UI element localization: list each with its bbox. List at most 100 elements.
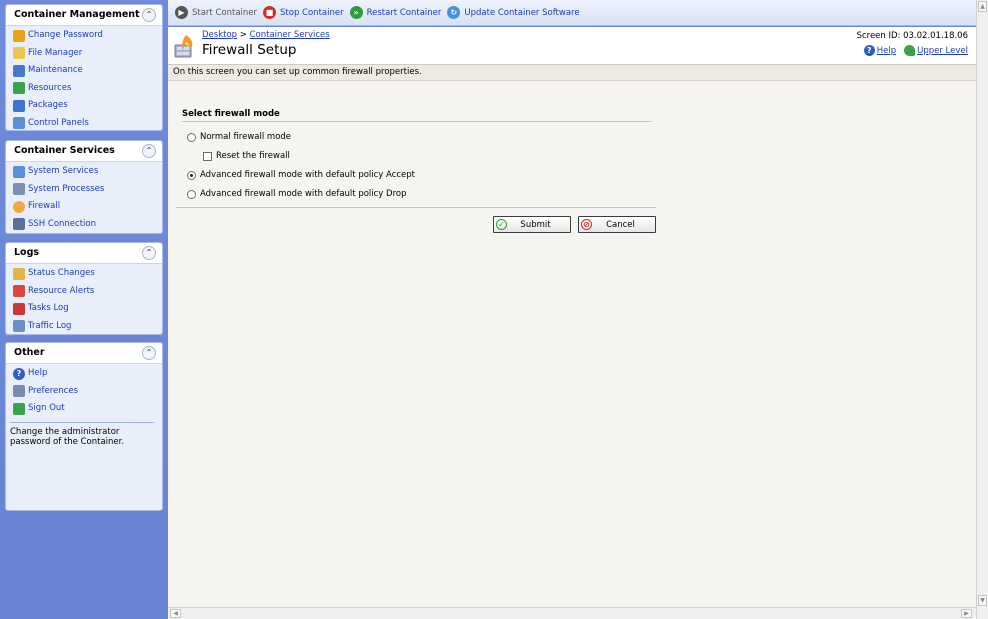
sidebar-item-status-changes[interactable]: Status Changes — [6, 265, 162, 283]
advanced-accept-option[interactable]: Advanced firewall mode with default poli… — [187, 170, 415, 180]
cancel-label: Cancel — [606, 219, 635, 230]
panel-header: Logs ⌃ — [6, 243, 162, 264]
sidebar-item-maintenance[interactable]: Maintenance — [6, 62, 162, 80]
upper-level-link[interactable]: Upper Level — [904, 45, 968, 56]
sign-out-icon — [13, 402, 25, 415]
normal-firewall-mode-radio[interactable] — [187, 132, 196, 142]
sidebar-item-resource-alerts[interactable]: Resource Alerts — [6, 283, 162, 301]
option-label: Advanced firewall mode with default poli… — [200, 170, 416, 180]
sidebar-item-label: Help — [28, 368, 48, 378]
panel-title: Logs — [14, 247, 40, 258]
restart-container-button[interactable]: » Restart Container — [349, 6, 442, 19]
cancel-button[interactable]: ⊘ Cancel — [578, 216, 656, 233]
update-software-label: Update Container Software — [464, 7, 580, 18]
help-icon: ? — [863, 45, 875, 56]
upper-level-link-label: Upper Level — [917, 45, 968, 56]
collapse-icon[interactable]: ⌃ — [142, 8, 156, 22]
vertical-scrollbar[interactable]: ▲ ▼ — [976, 0, 988, 619]
panel-logs: Logs ⌃ Status Changes Resource Alerts Ta… — [5, 242, 163, 335]
screen-id: Screen ID: 03.02.01.18.06 — [856, 31, 968, 41]
panel-header: Other ⌃ — [6, 343, 162, 364]
breadcrumb-desktop-link[interactable]: Desktop — [202, 30, 237, 40]
advanced-drop-option[interactable]: Advanced firewall mode with default poli… — [187, 189, 407, 199]
panel-title: Other — [14, 347, 45, 358]
advanced-drop-radio[interactable] — [187, 189, 196, 199]
control-panels-icon — [13, 117, 25, 130]
sidebar: Container Management ⌃ Change Password F… — [0, 0, 168, 619]
horizontal-scrollbar[interactable]: ◀ ▶ — [168, 607, 976, 619]
sidebar-item-file-manager[interactable]: File Manager — [6, 45, 162, 63]
sidebar-item-label: System Processes — [28, 183, 105, 194]
panel-title: Container Management — [14, 9, 140, 20]
help-link[interactable]: ? Help — [863, 45, 897, 56]
play-icon: ▶ — [175, 6, 188, 19]
scroll-up-icon[interactable]: ▲ — [978, 1, 987, 12]
check-icon: ✓ — [496, 219, 507, 230]
resource-alerts-icon — [13, 285, 25, 298]
page-header: Desktop > Container Services Firewall Se… — [168, 27, 976, 64]
sidebar-item-label: Resources — [28, 82, 72, 93]
sidebar-item-packages[interactable]: Packages — [6, 97, 162, 115]
toolbar: ▶ Start Container ■ Stop Container » Res… — [168, 0, 976, 26]
system-processes-icon — [13, 183, 25, 196]
update-software-button[interactable]: ↻ Update Container Software — [447, 6, 580, 19]
restart-container-label: Restart Container — [366, 7, 442, 18]
panel-header: Container Management ⌃ — [6, 5, 162, 26]
reset-firewall-checkbox[interactable] — [203, 151, 212, 161]
scroll-left-icon[interactable]: ◀ — [170, 609, 181, 618]
sidebar-item-label: Resource Alerts — [28, 285, 95, 296]
sidebar-item-label: Change Password — [28, 30, 103, 40]
form-divider — [176, 207, 656, 208]
stop-icon: ■ — [263, 6, 277, 19]
key-icon — [13, 29, 25, 42]
sidebar-item-tasks-log[interactable]: Tasks Log — [6, 300, 162, 318]
start-container-label: Start Container — [192, 7, 258, 18]
sidebar-item-label: System Services — [28, 166, 99, 176]
traffic-log-icon — [13, 320, 25, 333]
maintenance-icon — [13, 64, 25, 77]
submit-button[interactable]: ✓ Submit — [493, 216, 571, 233]
scroll-down-icon[interactable]: ▼ — [978, 595, 987, 606]
firewall-icon — [174, 35, 193, 58]
collapse-icon[interactable]: ⌃ — [142, 246, 156, 260]
advanced-accept-radio[interactable] — [187, 170, 196, 180]
sidebar-item-resources[interactable]: Resources — [6, 80, 162, 98]
sidebar-item-preferences[interactable]: Preferences — [6, 383, 162, 401]
sidebar-item-label: Status Changes — [28, 268, 95, 278]
collapse-icon[interactable]: ⌃ — [142, 144, 156, 158]
sidebar-item-change-password[interactable]: Change Password — [6, 27, 162, 45]
update-icon: ↻ — [447, 6, 461, 19]
start-container-button[interactable]: ▶ Start Container — [175, 6, 257, 19]
restart-icon: » — [349, 6, 363, 19]
sidebar-item-control-panels[interactable]: Control Panels — [6, 115, 162, 133]
sidebar-item-traffic-log[interactable]: Traffic Log — [6, 318, 162, 336]
sidebar-item-label: Preferences — [28, 385, 78, 396]
sidebar-item-firewall[interactable]: Firewall — [6, 198, 162, 216]
sidebar-item-system-services[interactable]: System Services — [6, 163, 162, 181]
stop-container-button[interactable]: ■ Stop Container — [263, 6, 344, 19]
reset-firewall-option[interactable]: Reset the firewall — [203, 151, 290, 161]
panel-other: Other ⌃ ? Help Preferences Sign Out Chan… — [5, 342, 163, 511]
sidebar-item-ssh-connection[interactable]: SSH Connection — [6, 216, 162, 234]
resources-icon — [13, 82, 25, 95]
sidebar-item-sign-out[interactable]: Sign Out — [6, 400, 162, 418]
sidebar-item-label: Tasks Log — [28, 303, 69, 313]
option-label: Advanced firewall mode with default poli… — [200, 189, 407, 199]
sidebar-item-label: File Manager — [28, 47, 83, 58]
help-icon: ? — [13, 367, 25, 380]
status-changes-icon — [13, 267, 25, 280]
help-link-label: Help — [876, 45, 897, 56]
sidebar-item-label: Firewall — [28, 201, 61, 211]
scroll-right-icon[interactable]: ▶ — [961, 609, 972, 618]
sidebar-item-label: Packages — [28, 100, 68, 110]
collapse-icon[interactable]: ⌃ — [142, 346, 156, 360]
breadcrumb-container-services-link[interactable]: Container Services — [250, 30, 330, 40]
form-section-title: Select firewall mode — [182, 109, 652, 122]
sidebar-item-help[interactable]: ? Help — [6, 365, 162, 383]
sidebar-item-system-processes[interactable]: System Processes — [6, 181, 162, 199]
upper-level-icon — [904, 45, 916, 56]
breadcrumb-separator: > — [239, 30, 247, 40]
sidebar-help-description: Change the administrator password of the… — [10, 421, 154, 447]
panel-header: Container Services ⌃ — [6, 141, 162, 162]
normal-firewall-mode-option[interactable]: Normal firewall mode — [187, 132, 291, 142]
